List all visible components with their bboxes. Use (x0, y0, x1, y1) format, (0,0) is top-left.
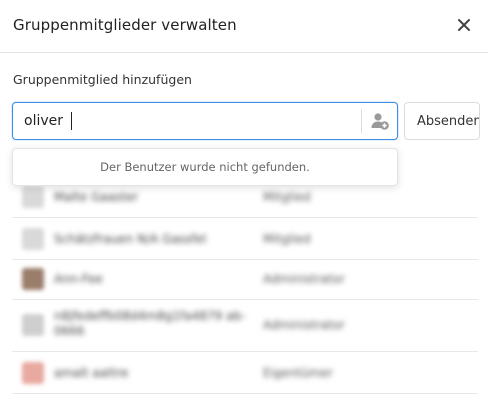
close-icon (458, 19, 470, 31)
avatar (22, 228, 44, 250)
member-search-input[interactable] (13, 103, 359, 139)
member-row: amalt aattre Eigentümer (12, 352, 478, 394)
close-button[interactable] (452, 13, 476, 37)
member-search-field (12, 102, 398, 140)
dialog-title: Gruppenmitglieder verwalten (13, 16, 237, 34)
avatar (22, 186, 44, 208)
avatar (22, 362, 44, 384)
member-name: n8jfedeffb08d4m8g1fa4879 ab-0666 (54, 309, 246, 338)
member-name: amalt aattre (54, 366, 129, 380)
member-row: Schätzfrauen N/A Gassfel Mitglied (12, 218, 478, 260)
member-role[interactable]: Mitglied (263, 190, 311, 204)
member-row: Ann-Fee Administrator (12, 260, 478, 300)
add-member-label: Gruppenmitglied hinzufügen (13, 72, 192, 87)
avatar (22, 314, 44, 336)
member-name: Ann-Fee (54, 272, 103, 286)
add-user-icon[interactable] (370, 111, 390, 131)
member-name: Schätzfrauen N/A Gassfel (54, 232, 207, 246)
member-role[interactable]: Eigentümer (263, 366, 333, 380)
text-caret (71, 112, 72, 130)
member-name: Malte Gaaster (54, 190, 139, 204)
member-role[interactable]: Mitglied (263, 232, 311, 246)
member-role[interactable]: Administrator (263, 318, 345, 332)
submit-button[interactable]: Absenden (404, 102, 480, 140)
avatar (22, 268, 44, 290)
member-role[interactable]: Administrator (263, 272, 345, 286)
autocomplete-dropdown: Der Benutzer wurde nicht gefunden. (12, 148, 398, 186)
member-row: n8jfedeffb08d4m8g1fa4879 ab-0666 Adminis… (12, 300, 478, 352)
member-list: Malte Gaaster Mitglied Schätzfrauen N/A … (12, 176, 478, 394)
dialog-header: Gruppenmitglieder verwalten (0, 0, 488, 53)
input-divider (361, 109, 362, 133)
no-result-message: Der Benutzer wurde nicht gefunden. (100, 160, 310, 174)
